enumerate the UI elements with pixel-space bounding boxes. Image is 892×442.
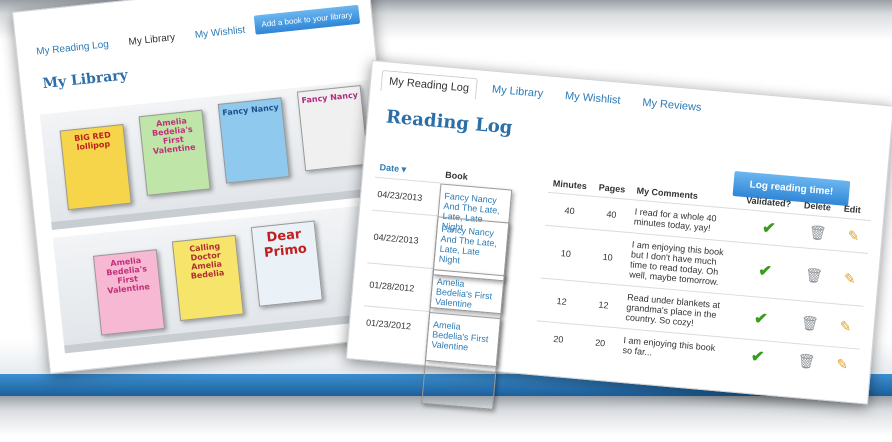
pencil-icon[interactable]: ✎: [847, 227, 860, 245]
tab-my-library[interactable]: My Library: [484, 79, 551, 106]
book-cover[interactable]: Dear Primo: [250, 220, 323, 307]
log-pages: 12: [582, 282, 625, 329]
check-icon: ✔: [761, 219, 777, 238]
book-link[interactable]: Amelia Bedelia's First Valentine: [421, 311, 502, 410]
book-cover[interactable]: Amelia Bedelia's First Valentine: [92, 249, 165, 336]
book-cover[interactable]: Fancy Nancy: [217, 97, 290, 184]
book-cover[interactable]: Amelia Bedelia's First Valentine: [138, 109, 211, 196]
tab-my-wishlist[interactable]: My Wishlist: [557, 85, 628, 112]
tab-my-library[interactable]: My Library: [125, 30, 179, 50]
pencil-icon[interactable]: ✎: [836, 355, 849, 373]
log-minutes: 20: [534, 320, 583, 358]
reading-log-panel: My Reading Log My Library My Wishlist My…: [345, 60, 892, 410]
log-minutes: 40: [545, 192, 594, 230]
trash-icon[interactable]: 🗑: [800, 314, 819, 332]
library-panel: My Reading Log My Library My Wishlist My…: [12, 0, 407, 375]
check-icon: ✔: [753, 310, 769, 329]
tab-my-wishlist[interactable]: My Wishlist: [191, 22, 249, 43]
pencil-icon[interactable]: ✎: [843, 269, 856, 287]
bookshelf-row: Amelia Bedelia's First Valentine Calling…: [52, 203, 394, 354]
bookshelf-row: BIG RED lollipop Amelia Bedelia's First …: [39, 80, 381, 231]
log-date: 04/22/2013: [367, 210, 438, 269]
page-title: Reading Log: [385, 106, 514, 139]
log-date: 01/23/2012: [360, 305, 430, 344]
check-icon: ✔: [750, 348, 765, 367]
tab-my-reading-log[interactable]: My Reading Log: [380, 69, 478, 100]
tab-my-reviews[interactable]: My Reviews: [634, 92, 709, 119]
log-pages: 10: [586, 229, 629, 286]
book-cover[interactable]: BIG RED lollipop: [59, 123, 132, 211]
log-comment: I am enjoying this book but I don't have…: [624, 232, 739, 295]
book-cover[interactable]: Calling Doctor Amelia Bedelia: [171, 234, 244, 322]
page-title: My Library: [41, 67, 129, 93]
log-minutes: 10: [540, 225, 592, 283]
book-cover[interactable]: Fancy Nancy: [296, 84, 369, 172]
trash-icon[interactable]: 🗑: [797, 352, 816, 370]
pencil-icon[interactable]: ✎: [839, 317, 852, 335]
log-pages: 20: [579, 324, 621, 361]
log-minutes: 12: [536, 278, 587, 325]
log-pages: 40: [591, 196, 632, 233]
tab-my-reading-log[interactable]: My Reading Log: [33, 37, 113, 60]
check-icon: ✔: [757, 262, 773, 281]
trash-icon[interactable]: 🗑: [804, 266, 823, 284]
log-date: 01/28/2012: [363, 262, 434, 312]
trash-icon[interactable]: 🗑: [808, 223, 827, 241]
